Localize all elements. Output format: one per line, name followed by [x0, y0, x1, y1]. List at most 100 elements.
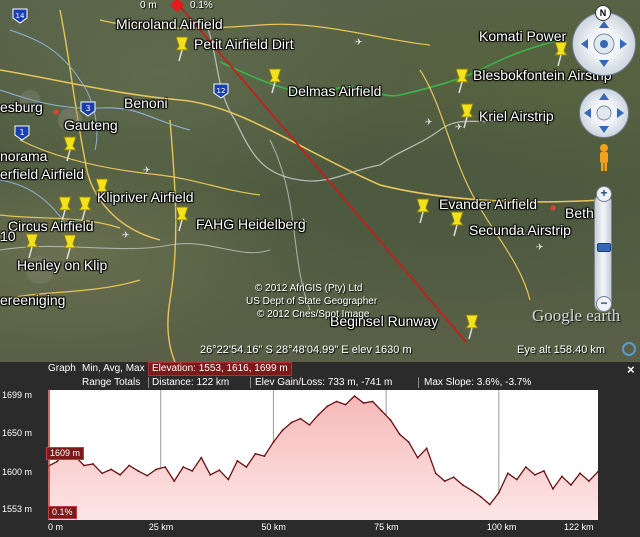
y-tick-label: 1699 m: [2, 390, 33, 400]
elevation-point: [543, 470, 545, 472]
shield-label: 1: [19, 128, 24, 137]
place-label[interactable]: Henley on Klip: [17, 258, 107, 272]
elevation-point: [155, 468, 158, 471]
route-shield-icon: 3: [80, 101, 96, 117]
place-label[interactable]: FAHG Heidelberg: [196, 217, 306, 231]
shield-label: 12: [217, 87, 226, 95]
move-arrows-icon: [584, 93, 624, 133]
elevation-point: [497, 491, 500, 494]
look-joystick[interactable]: [572, 12, 636, 76]
svg-text:✈: ✈: [425, 118, 433, 128]
svg-text:✈: ✈: [122, 231, 130, 241]
divider: [418, 377, 419, 388]
place-label[interactable]: 10: [0, 229, 16, 243]
place-label[interactable]: norama: [0, 149, 47, 163]
elevation-point: [570, 484, 572, 486]
x-tick-label: 100 km: [486, 522, 517, 532]
pushpin-icon[interactable]: [172, 206, 192, 232]
elevation-point: [533, 473, 536, 476]
pushpin-icon[interactable]: [457, 103, 477, 129]
y-tick-label: 1650 m: [2, 428, 33, 439]
elevation-point: [200, 456, 203, 459]
elevation-point: [588, 480, 590, 483]
y-tick-label: 1600 m: [2, 467, 33, 478]
elevation-point: [173, 480, 176, 483]
map-view[interactable]: ✈ ✈ ✈ ✈ ✈ ✈ ✈ 14 3 12 1 Microland Airfie…: [0, 0, 640, 362]
zoom-slider[interactable]: [594, 194, 612, 312]
place-label[interactable]: Komati Power: [479, 29, 566, 43]
close-panel-button[interactable]: ×: [627, 362, 635, 377]
elevation-point: [272, 441, 275, 443]
zoom-out-button[interactable]: −: [596, 296, 612, 312]
elevation-point: [209, 473, 212, 476]
border-line: [379, 119, 501, 166]
copyright-line: US Dept of State Geographer: [246, 296, 378, 307]
elevation-point: [524, 466, 527, 468]
status-coordinates: 26°22'54.16" S 28°48'04.99" E elev 1630 …: [200, 344, 412, 356]
elevation-point: [317, 413, 320, 416]
elevation-point: [128, 464, 131, 467]
place-label[interactable]: Klipriver Airfield: [97, 190, 193, 204]
route-shield-icon: 12: [213, 83, 229, 99]
pushpin-icon[interactable]: [452, 68, 472, 94]
place-label[interactable]: ereeniging: [0, 293, 65, 307]
cursor-distance: 0 m: [140, 0, 157, 11]
path-cursor-marker[interactable]: [169, 0, 185, 13]
place-label[interactable]: esburg: [0, 100, 43, 114]
elevation-point: [353, 395, 356, 397]
distance-stat: Distance: 122 km: [152, 377, 230, 388]
cursor-slope: 0.1%: [190, 0, 213, 11]
copyright-line: © 2012 Cnes/Spot Image: [257, 309, 370, 320]
elevation-point: [218, 469, 221, 472]
y-tick-label: 1553 m: [2, 504, 33, 514]
pushpin-icon[interactable]: [60, 136, 80, 162]
elevation-point: [308, 423, 311, 426]
zoom-slider-handle[interactable]: [597, 243, 611, 252]
pushpin-icon[interactable]: [265, 68, 285, 94]
elevation-point: [227, 478, 230, 481]
svg-text:✈: ✈: [536, 243, 544, 253]
elevation-point: [146, 474, 149, 477]
zoom-in-button[interactable]: +: [596, 186, 612, 202]
range-totals-label: Range Totals: [82, 377, 141, 388]
elevation-point: [479, 495, 482, 498]
elevation-point: [56, 460, 58, 463]
elevation-point: [254, 452, 257, 455]
elevation-point: [579, 472, 581, 475]
elevation-point: [137, 470, 140, 472]
move-joystick[interactable]: [579, 88, 629, 138]
shield-label: 3: [85, 104, 90, 113]
svg-text:✈: ✈: [355, 38, 363, 48]
place-label[interactable]: Kriel Airstrip: [479, 109, 554, 123]
street-view-pegman-icon[interactable]: [596, 143, 612, 173]
pushpin-icon[interactable]: [551, 41, 571, 67]
place-label[interactable]: Secunda Airstrip: [469, 223, 571, 237]
place-label[interactable]: Petit Airfield Dirt: [194, 37, 294, 51]
graph-mode[interactable]: Min, Avg, Max: [82, 363, 145, 375]
divider: [148, 377, 149, 388]
pushpin-icon[interactable]: [462, 314, 482, 340]
elev-gain-loss-stat: Elev Gain/Loss: 733 m, -741 m: [255, 377, 393, 388]
place-label[interactable]: Circus Airfield: [8, 219, 94, 233]
north-button[interactable]: N: [595, 5, 611, 21]
elevation-point: [245, 466, 248, 468]
elevation-point: [335, 400, 338, 403]
pushpin-icon[interactable]: [172, 36, 192, 62]
place-label[interactable]: Gauteng: [64, 118, 118, 132]
google-earth-window: ✈ ✈ ✈ ✈ ✈ ✈ ✈ 14 3 12 1 Microland Airfie…: [0, 0, 640, 537]
elevation-point: [119, 473, 122, 476]
elevation-point: [362, 402, 365, 404]
elevation-point: [92, 463, 94, 465]
elevation-chart[interactable]: [48, 390, 598, 520]
pushpin-icon[interactable]: [447, 211, 467, 237]
place-label[interactable]: Microland Airfield: [116, 17, 223, 31]
place-label[interactable]: erfield Airfield: [0, 167, 84, 181]
place-label[interactable]: Benoni: [124, 96, 168, 110]
elevation-point: [299, 417, 302, 420]
place-label[interactable]: Evander Airfield: [439, 197, 537, 211]
svg-text:✈: ✈: [143, 166, 151, 176]
elevation-stats[interactable]: Elevation: 1553, 1616, 1699 m: [148, 362, 292, 376]
place-label[interactable]: Delmas Airfield: [288, 84, 381, 98]
pushpin-icon[interactable]: [413, 198, 433, 224]
pushpin-icon[interactable]: [22, 233, 42, 259]
